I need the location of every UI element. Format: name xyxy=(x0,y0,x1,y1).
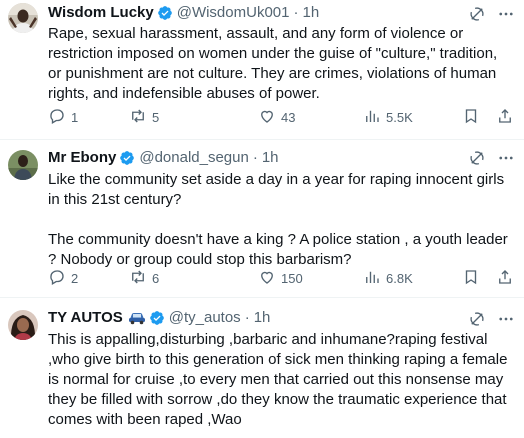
grok-icon[interactable] xyxy=(468,5,486,23)
tweet-text: Like the community set aside a day in a … xyxy=(48,171,508,268)
retweet-icon xyxy=(129,107,147,128)
bookmark-icon xyxy=(462,268,480,289)
reply-button[interactable]: 2 xyxy=(48,268,78,288)
tweet-wisdom-lucky[interactable]: Wisdom Lucky @WisdomUk001 · 1h Rape, sex… xyxy=(0,0,524,140)
car-icon xyxy=(128,311,146,325)
share-icon xyxy=(496,107,514,128)
tweet-header: Wisdom Lucky @WisdomUk001 · 1h xyxy=(48,3,480,23)
tweet-mr-ebony[interactable]: Mr Ebony @donald_segun · 1h Like the com… xyxy=(0,140,524,298)
reply-button[interactable]: 1 xyxy=(48,107,78,127)
author-name[interactable]: Mr Ebony xyxy=(48,148,116,168)
view-count: 6.8K xyxy=(386,270,413,286)
view-count: 5.5K xyxy=(386,109,413,125)
action-bar: 1 5 43 5.5K xyxy=(48,107,514,127)
bookmark-icon xyxy=(462,107,480,128)
more-icon[interactable] xyxy=(496,5,516,23)
views-button[interactable]: 5.5K xyxy=(363,107,413,127)
author-handle[interactable]: @donald_segun xyxy=(139,148,248,168)
verified-badge-icon xyxy=(157,5,173,21)
tweet-text: This is appalling,disturbing ,barbaric a… xyxy=(48,331,512,428)
tweet-header: Mr Ebony @donald_segun · 1h xyxy=(48,148,480,168)
separator-dot: · xyxy=(293,4,299,21)
bookmark-button[interactable] xyxy=(462,107,480,127)
retweet-icon xyxy=(129,268,147,289)
share-button[interactable] xyxy=(496,268,514,288)
share-icon xyxy=(496,268,514,289)
more-icon[interactable] xyxy=(496,310,516,328)
separator-dot: · xyxy=(252,149,258,166)
bookmark-button[interactable] xyxy=(462,268,480,288)
timestamp[interactable]: 1h xyxy=(302,3,319,23)
avatar[interactable] xyxy=(8,3,38,33)
repost-button[interactable]: 6 xyxy=(129,268,159,288)
separator-dot: · xyxy=(244,309,250,326)
like-button[interactable]: 43 xyxy=(258,107,295,127)
grok-icon[interactable] xyxy=(468,310,486,328)
like-button[interactable]: 150 xyxy=(258,268,303,288)
views-button[interactable]: 6.8K xyxy=(363,268,413,288)
verified-badge-icon xyxy=(149,310,165,326)
repost-count: 5 xyxy=(152,109,160,125)
repost-button[interactable]: 5 xyxy=(129,107,159,127)
reply-icon xyxy=(48,268,66,289)
like-icon xyxy=(258,107,276,128)
reply-feed: Wisdom Lucky @WisdomUk001 · 1h Rape, sex… xyxy=(0,0,524,430)
views-icon xyxy=(363,268,381,289)
like-count: 43 xyxy=(281,109,296,125)
author-handle[interactable]: @WisdomUk001 xyxy=(177,3,290,23)
grok-icon[interactable] xyxy=(468,149,486,167)
avatar[interactable] xyxy=(8,310,38,340)
verified-badge-icon xyxy=(119,150,135,166)
tweet-ty-autos[interactable]: TY AUTOS @ty_autos · 1h This is appallin… xyxy=(0,298,524,438)
tweet-text: Rape, sexual harassment, assault, and an… xyxy=(48,25,502,102)
repost-count: 6 xyxy=(152,270,160,286)
avatar[interactable] xyxy=(8,150,38,180)
action-bar: 2 6 150 6.8K xyxy=(48,268,514,288)
author-name[interactable]: TY AUTOS xyxy=(48,308,123,328)
author-name[interactable]: Wisdom Lucky xyxy=(48,3,154,23)
reply-count: 2 xyxy=(71,270,79,286)
reply-count: 1 xyxy=(71,109,79,125)
timestamp[interactable]: 1h xyxy=(262,148,279,168)
like-count: 150 xyxy=(281,270,303,286)
more-icon[interactable] xyxy=(496,149,516,167)
views-icon xyxy=(363,107,381,128)
reply-icon xyxy=(48,107,66,128)
author-handle[interactable]: @ty_autos xyxy=(169,308,241,328)
share-button[interactable] xyxy=(496,107,514,127)
tweet-header: TY AUTOS @ty_autos · 1h xyxy=(48,308,480,328)
timestamp[interactable]: 1h xyxy=(254,308,271,328)
like-icon xyxy=(258,268,276,289)
